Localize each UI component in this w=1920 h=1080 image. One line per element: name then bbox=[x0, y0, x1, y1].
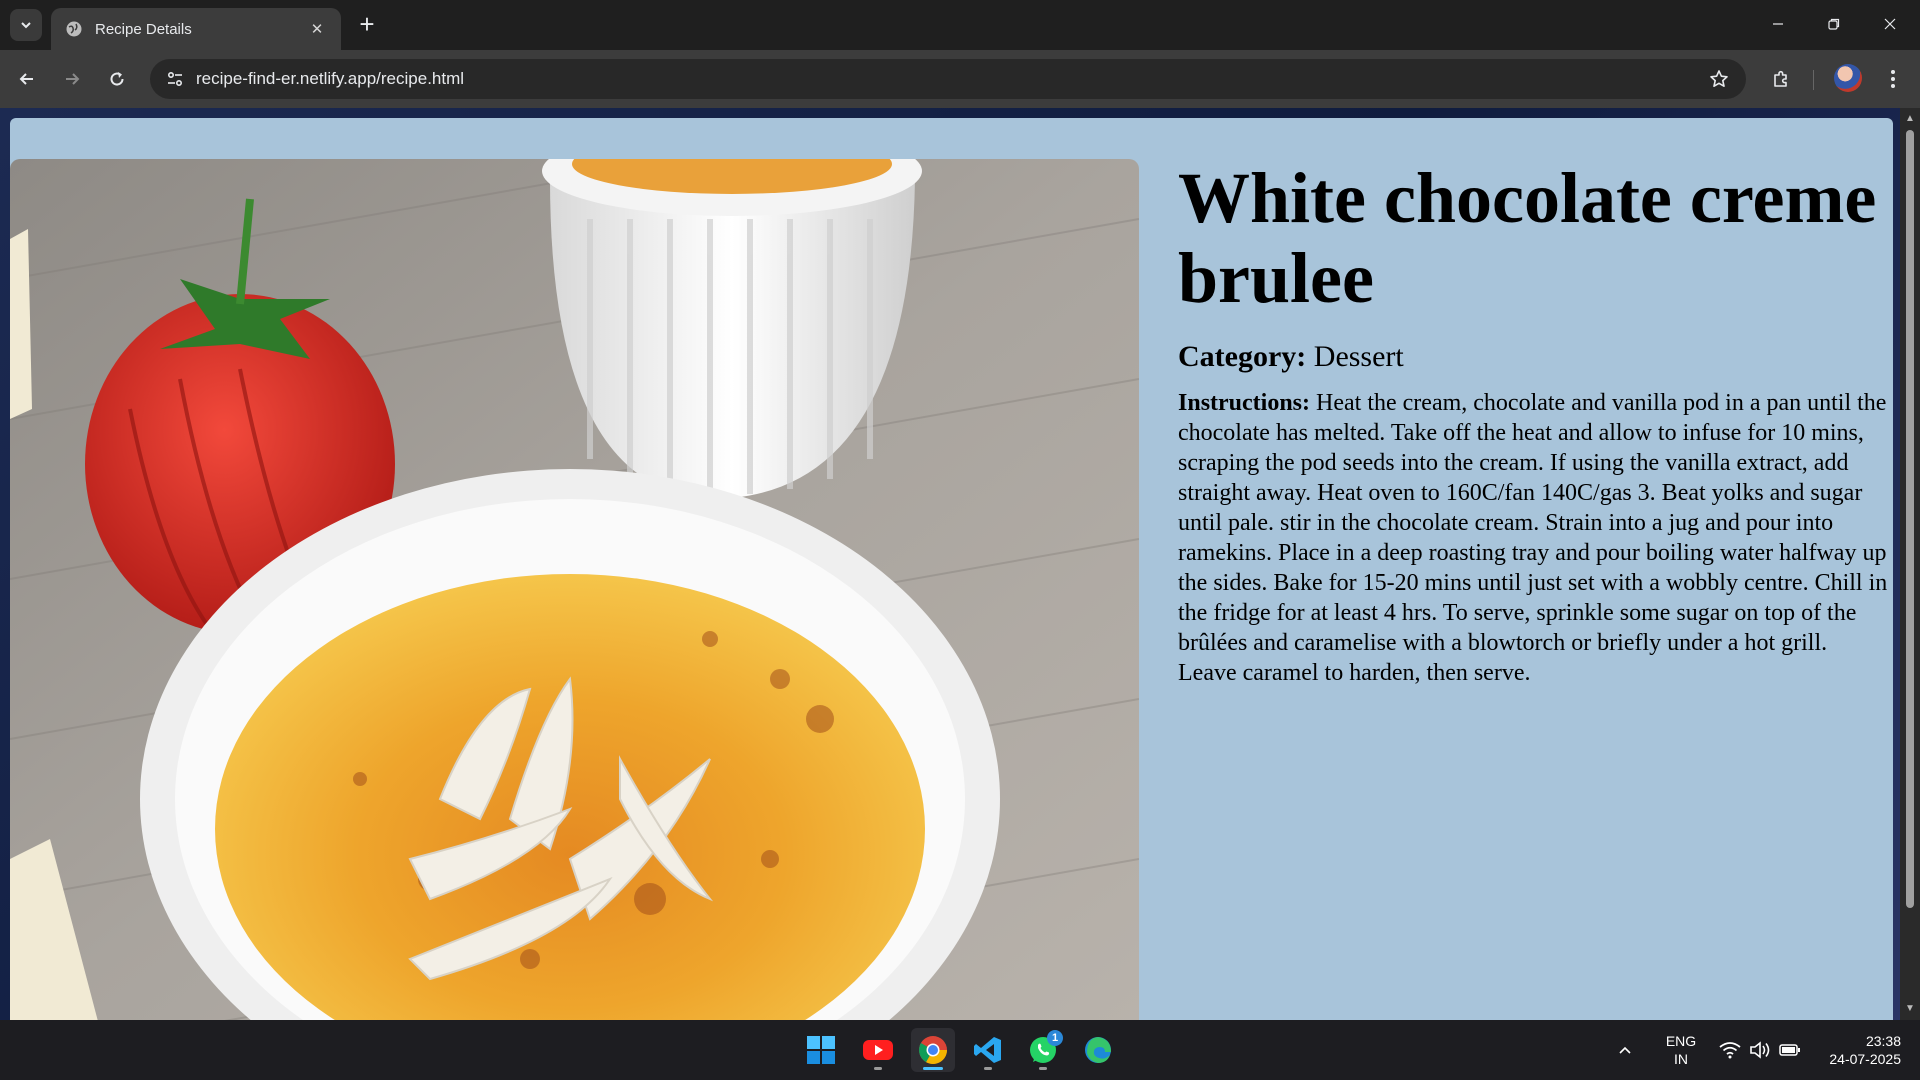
restore-button[interactable] bbox=[1806, 0, 1862, 48]
forward-button[interactable] bbox=[55, 62, 89, 96]
toolbar-divider bbox=[1813, 70, 1814, 90]
close-tab-icon[interactable]: ✕ bbox=[307, 20, 327, 38]
arrow-left-icon bbox=[19, 73, 33, 85]
scroll-up-icon[interactable]: ▲ bbox=[1903, 112, 1917, 126]
arrow-right-icon bbox=[66, 73, 80, 85]
taskbar-youtube[interactable] bbox=[856, 1028, 900, 1072]
category-label: Category: bbox=[1178, 340, 1307, 373]
show-hidden-icons[interactable] bbox=[1610, 1028, 1640, 1072]
start-button[interactable] bbox=[799, 1028, 843, 1072]
puzzle-icon bbox=[1774, 70, 1787, 87]
address-bar[interactable]: recipe-find-er.netlify.app/recipe.html bbox=[150, 59, 1746, 99]
menu-button[interactable] bbox=[1876, 62, 1910, 96]
language-code: ENG bbox=[1665, 1033, 1697, 1049]
tab-strip: Recipe Details ✕ + bbox=[0, 0, 1920, 50]
close-window-button[interactable] bbox=[1862, 0, 1918, 48]
clock-time: 23:38 bbox=[1865, 1033, 1901, 1049]
chevron-up-icon bbox=[1619, 1046, 1631, 1054]
back-button[interactable] bbox=[10, 62, 44, 96]
page-viewport: White chocolate creme brulee Category: D… bbox=[0, 108, 1920, 1020]
scroll-down-icon[interactable]: ▼ bbox=[1903, 1002, 1917, 1016]
instructions: Instructions: Heat the cream, chocolate … bbox=[1178, 388, 1890, 688]
taskbar: 1 ENG IN 23:38 24-07-2025 bbox=[0, 1020, 1920, 1080]
notification-badge: 1 bbox=[1047, 1030, 1063, 1046]
category-line: Category: Dessert bbox=[1178, 340, 1890, 374]
clock[interactable]: 23:38 24-07-2025 bbox=[1815, 1032, 1901, 1068]
new-tab-button[interactable]: + bbox=[352, 10, 382, 40]
windows-icon bbox=[807, 1036, 835, 1064]
url-text[interactable]: recipe-find-er.netlify.app/recipe.html bbox=[196, 69, 464, 89]
vscode-icon bbox=[974, 1037, 1001, 1063]
active-indicator bbox=[923, 1067, 943, 1070]
close-icon bbox=[1884, 18, 1896, 30]
bookmark-button[interactable] bbox=[1704, 64, 1734, 94]
instructions-text: Heat the cream, chocolate and vanilla po… bbox=[1178, 390, 1888, 686]
recipe-card: White chocolate creme brulee Category: D… bbox=[10, 118, 1893, 1020]
reload-icon bbox=[110, 72, 124, 86]
region-code: IN bbox=[1674, 1051, 1688, 1067]
taskbar-vscode[interactable] bbox=[966, 1028, 1010, 1072]
recipe-image bbox=[10, 159, 1139, 1020]
tune-icon bbox=[167, 71, 183, 87]
avatar[interactable] bbox=[1834, 64, 1862, 92]
tab-title: Recipe Details bbox=[95, 20, 192, 38]
recipe-title: White chocolate creme brulee bbox=[1178, 158, 1877, 318]
minimize-icon bbox=[1773, 23, 1783, 25]
edge-icon bbox=[1085, 1037, 1111, 1063]
category-value: Dessert bbox=[1313, 340, 1404, 373]
site-info-button[interactable] bbox=[160, 64, 190, 94]
clock-date: 24-07-2025 bbox=[1829, 1051, 1901, 1067]
running-indicator bbox=[1039, 1067, 1047, 1070]
language-indicator[interactable]: ENG IN bbox=[1656, 1032, 1706, 1068]
reload-button[interactable] bbox=[100, 62, 134, 96]
youtube-icon bbox=[863, 1040, 893, 1060]
extensions-button[interactable] bbox=[1764, 62, 1798, 96]
globe-icon bbox=[66, 21, 82, 37]
browser-toolbar: recipe-find-er.netlify.app/recipe.html bbox=[0, 50, 1920, 108]
quick-settings[interactable] bbox=[1710, 1028, 1810, 1072]
running-indicator bbox=[874, 1067, 882, 1070]
volume-icon bbox=[1750, 1041, 1770, 1059]
wifi-icon bbox=[1719, 1042, 1741, 1059]
battery-icon bbox=[1779, 1044, 1800, 1056]
chrome-icon bbox=[919, 1036, 947, 1064]
chevron-down-icon bbox=[21, 22, 31, 29]
star-icon bbox=[1710, 70, 1728, 87]
taskbar-chrome[interactable] bbox=[911, 1028, 955, 1072]
tab-search-button[interactable] bbox=[10, 9, 42, 41]
restore-icon bbox=[1828, 18, 1840, 30]
minimize-button[interactable] bbox=[1750, 0, 1806, 48]
vertical-scrollbar[interactable]: ▲ ▼ bbox=[1900, 108, 1920, 1020]
scroll-thumb[interactable] bbox=[1906, 130, 1914, 908]
taskbar-whatsapp[interactable]: 1 bbox=[1021, 1028, 1065, 1072]
taskbar-edge[interactable] bbox=[1076, 1028, 1120, 1072]
more-vertical-icon bbox=[1891, 70, 1895, 88]
recipe-info: White chocolate creme brulee Category: D… bbox=[1178, 158, 1890, 688]
instructions-label: Instructions: bbox=[1178, 390, 1311, 416]
tab-recipe-details[interactable]: Recipe Details ✕ bbox=[51, 8, 341, 50]
running-indicator bbox=[984, 1067, 992, 1070]
